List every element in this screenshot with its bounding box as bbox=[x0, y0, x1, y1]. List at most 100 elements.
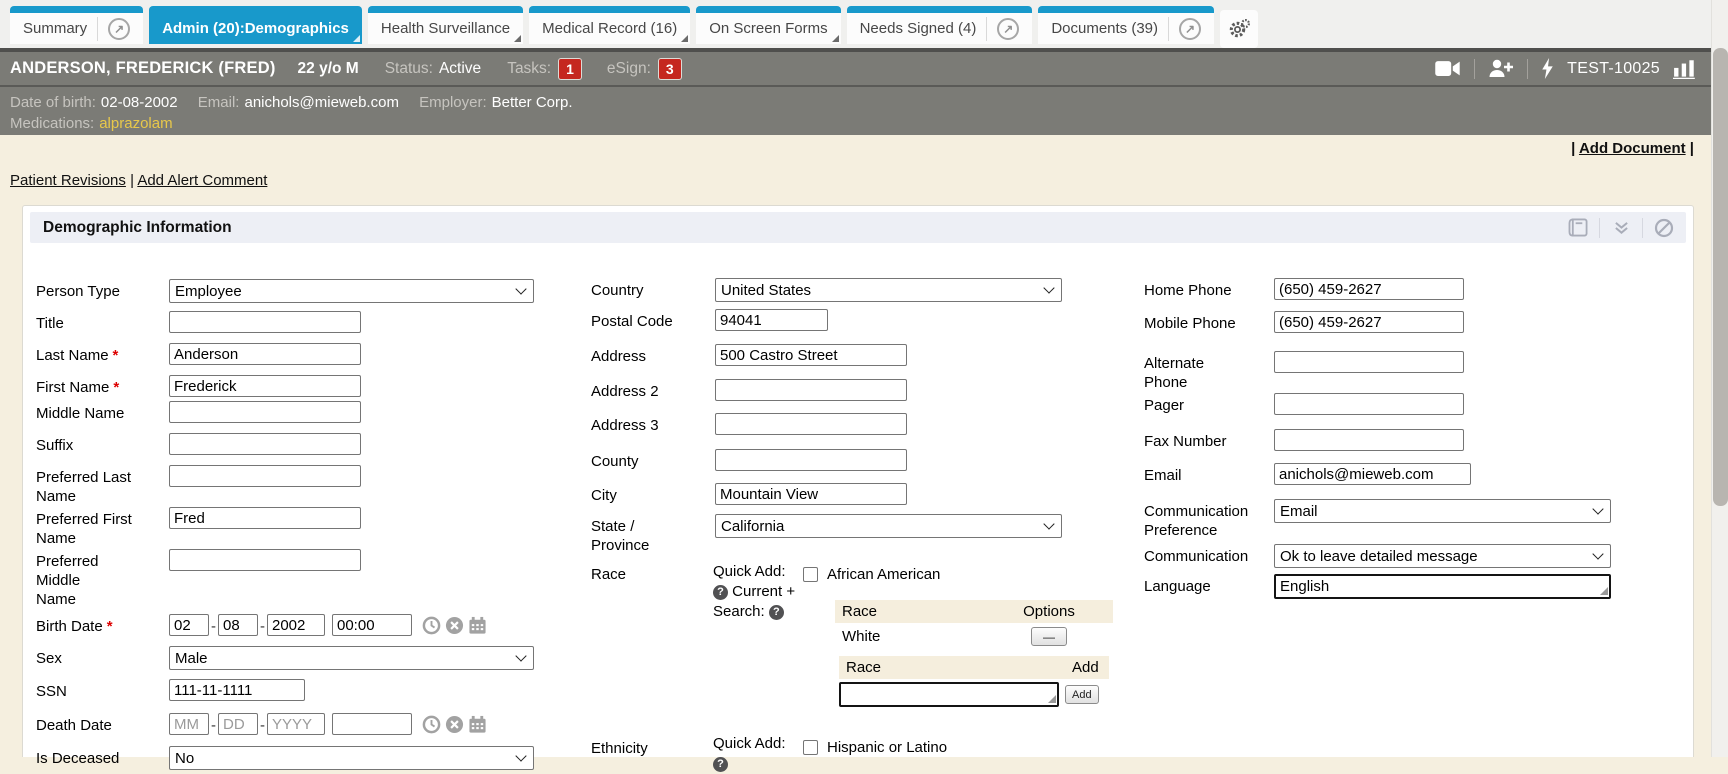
ethnicity-quick-add-help: Quick Add: ? bbox=[713, 734, 801, 774]
help-icon[interactable]: ? bbox=[713, 757, 728, 772]
tab-on-screen-forms[interactable]: On Screen Forms bbox=[696, 6, 840, 44]
tab-documents[interactable]: Documents (39) ↗ bbox=[1038, 6, 1214, 44]
address-3-label: Address 3 bbox=[591, 413, 715, 435]
pager-input[interactable] bbox=[1274, 393, 1464, 415]
flowsheet-chart-icon[interactable] bbox=[1673, 59, 1697, 79]
chart-notes-button[interactable] bbox=[1566, 217, 1590, 239]
calendar-icon[interactable] bbox=[468, 616, 487, 635]
language-input[interactable] bbox=[1274, 574, 1611, 599]
tab-needs-signed[interactable]: Needs Signed (4) ↗ bbox=[847, 6, 1033, 44]
esign-count-badge[interactable]: 3 bbox=[659, 59, 681, 79]
address-3-input[interactable] bbox=[715, 413, 907, 435]
patient-revisions-link[interactable]: Patient Revisions bbox=[10, 172, 126, 189]
mobile-phone-input[interactable] bbox=[1274, 311, 1464, 333]
person-type-select[interactable]: Employee bbox=[169, 279, 534, 303]
mobile-phone-label: Mobile Phone bbox=[1144, 311, 1274, 333]
preferred-last-name-input[interactable] bbox=[169, 465, 361, 487]
communication-preference-select[interactable]: Email bbox=[1274, 499, 1611, 523]
country-select[interactable]: United States bbox=[715, 278, 1062, 302]
tasks-count-badge[interactable]: 1 bbox=[559, 59, 581, 79]
open-in-new-window-icon[interactable]: ↗ bbox=[997, 18, 1019, 40]
calendar-icon[interactable] bbox=[468, 715, 487, 734]
title-input[interactable] bbox=[169, 311, 361, 333]
state-province-select[interactable]: California bbox=[715, 514, 1062, 538]
chart-tab-bar: Summary ↗ Admin (20):Demographics Health… bbox=[0, 0, 1711, 48]
disable-panel-button[interactable] bbox=[1652, 217, 1676, 239]
middle-name-input[interactable] bbox=[169, 401, 361, 423]
vertical-scrollbar[interactable] bbox=[1711, 0, 1728, 757]
status-value: Active bbox=[439, 60, 481, 78]
birth-month-input[interactable] bbox=[169, 614, 209, 636]
clear-date-icon[interactable] bbox=[445, 616, 464, 635]
birth-date-label: Birth Date* bbox=[36, 614, 169, 636]
email-input[interactable] bbox=[1274, 463, 1471, 485]
death-day-input[interactable] bbox=[218, 713, 258, 735]
open-in-new-window-icon[interactable]: ↗ bbox=[1179, 18, 1201, 40]
field-preferred-middle-name: Preferred Middle Name bbox=[36, 549, 361, 609]
african-american-checkbox[interactable] bbox=[803, 567, 818, 582]
birth-year-input[interactable] bbox=[267, 614, 325, 636]
field-postal-code: Postal Code bbox=[591, 309, 828, 331]
preferred-middle-name-input[interactable] bbox=[169, 549, 361, 571]
tab-menu-fold-icon bbox=[681, 35, 688, 42]
death-time-input[interactable] bbox=[332, 713, 412, 735]
help-icon[interactable]: ? bbox=[713, 585, 728, 600]
help-icon[interactable]: ? bbox=[769, 605, 784, 620]
add-alert-comment-link[interactable]: Add Alert Comment bbox=[137, 172, 267, 189]
language-label: Language bbox=[1144, 574, 1274, 596]
patient-details-line2: Medications:alprazolam bbox=[10, 113, 1701, 134]
communication-select[interactable]: Ok to leave detailed message bbox=[1274, 544, 1611, 568]
race-table-header: Race Options bbox=[835, 600, 1113, 623]
birth-day-input[interactable] bbox=[218, 614, 258, 636]
video-call-icon[interactable] bbox=[1435, 60, 1461, 77]
patient-banner: ANDERSON, FREDERICK (FRED) 22 y/o M Stat… bbox=[0, 48, 1711, 85]
last-name-input[interactable] bbox=[169, 343, 361, 365]
resize-handle-icon[interactable] bbox=[1048, 695, 1056, 703]
resize-handle-icon[interactable] bbox=[1600, 587, 1608, 595]
death-year-input[interactable] bbox=[267, 713, 325, 735]
address-input[interactable] bbox=[715, 344, 907, 366]
tab-admin-demographics[interactable]: Admin (20):Demographics bbox=[149, 6, 362, 44]
death-month-input[interactable] bbox=[169, 713, 209, 735]
city-input[interactable] bbox=[715, 483, 907, 505]
time-picker-icon[interactable] bbox=[422, 616, 441, 635]
open-in-new-window-icon[interactable]: ↗ bbox=[108, 18, 130, 40]
add-person-icon[interactable] bbox=[1488, 59, 1514, 78]
alternate-phone-label: Alternate Phone bbox=[1144, 351, 1274, 392]
postal-code-input[interactable] bbox=[715, 309, 828, 331]
remove-race-button[interactable]: — bbox=[1031, 627, 1067, 646]
medication-value[interactable]: alprazolam bbox=[99, 115, 172, 132]
fax-number-input[interactable] bbox=[1274, 429, 1464, 451]
collapse-panel-button[interactable] bbox=[1609, 217, 1633, 239]
tab-documents-label: Documents (39) bbox=[1051, 20, 1158, 37]
field-email: Email bbox=[1144, 463, 1471, 485]
home-phone-input[interactable] bbox=[1274, 278, 1464, 300]
address-2-input[interactable] bbox=[715, 379, 907, 401]
preferred-first-name-input[interactable] bbox=[169, 507, 361, 529]
quick-actions-bolt-icon[interactable] bbox=[1541, 58, 1554, 79]
tab-summary[interactable]: Summary ↗ bbox=[10, 6, 143, 44]
field-city: City bbox=[591, 483, 907, 505]
ssn-input[interactable] bbox=[169, 679, 305, 701]
suffix-input[interactable] bbox=[169, 433, 361, 455]
hispanic-latino-checkbox[interactable] bbox=[803, 740, 818, 755]
add-document-link[interactable]: Add Document bbox=[1579, 140, 1686, 157]
is-deceased-select[interactable]: No bbox=[169, 746, 534, 770]
race-search-input[interactable] bbox=[839, 682, 1059, 707]
first-name-input[interactable] bbox=[169, 375, 361, 397]
scrollbar-thumb[interactable] bbox=[1713, 48, 1728, 506]
clear-date-icon[interactable] bbox=[445, 715, 464, 734]
alternate-phone-input[interactable] bbox=[1274, 351, 1464, 373]
postal-code-label: Postal Code bbox=[591, 309, 715, 331]
tab-medical-record[interactable]: Medical Record (16) bbox=[529, 6, 690, 44]
tab-settings-button[interactable] bbox=[1220, 10, 1258, 48]
sex-select[interactable]: Male bbox=[169, 646, 534, 670]
tasks-label: Tasks: bbox=[507, 60, 551, 78]
county-input[interactable] bbox=[715, 449, 907, 471]
tab-health-surveillance[interactable]: Health Surveillance bbox=[368, 6, 523, 44]
field-is-deceased: Is Deceased No bbox=[36, 746, 534, 770]
birth-time-input[interactable] bbox=[332, 614, 412, 636]
dob-label: Date of birth: bbox=[10, 94, 96, 111]
add-race-button[interactable]: Add bbox=[1065, 685, 1099, 704]
time-picker-icon[interactable] bbox=[422, 715, 441, 734]
